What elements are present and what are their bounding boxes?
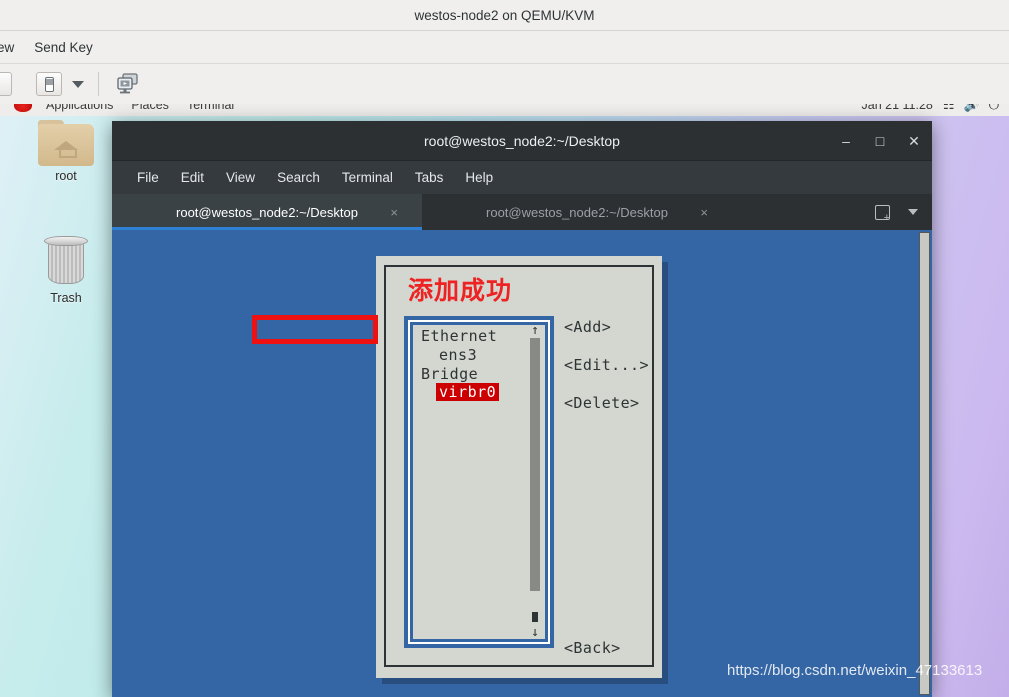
terminal-window-controls: – □ ✕ [838, 121, 922, 161]
panel-item-terminal[interactable]: Terminal [178, 104, 243, 112]
vm-toolbar-clipped-button[interactable] [0, 72, 12, 96]
panel-clock[interactable]: Jan 21 11:28 [852, 104, 943, 112]
home-folder-icon [38, 120, 94, 166]
vm-window-titlebar: westos-node2 on QEMU/KVM [0, 0, 1009, 31]
terminal-menu-terminal[interactable]: Terminal [331, 170, 404, 185]
nmtui-dialog: 添加成功 Ethernet ens3 Bridge virbr0 ↑ ↓ <Ad… [376, 256, 662, 678]
nmtui-dialog-frame: 添加成功 Ethernet ens3 Bridge virbr0 ↑ ↓ <Ad… [384, 265, 654, 667]
maximize-button[interactable]: □ [872, 133, 888, 149]
panel-item-applications[interactable]: Applications [37, 104, 122, 112]
vm-menubar: iew Send Key [0, 31, 1009, 64]
gnome-top-panel: Applications Places Terminal Jan 21 11:2… [0, 104, 1009, 116]
back-button[interactable]: <Back> [564, 639, 621, 657]
redhat-logo-icon [14, 104, 32, 112]
chevron-down-icon[interactable] [72, 80, 84, 88]
terminal-window: root@westos_node2:~/Desktop – □ ✕ File E… [112, 121, 932, 697]
display-console-icon [117, 73, 138, 94]
desktop-icon-trash[interactable]: Trash [24, 236, 108, 305]
annotation-heading-text: 添加成功 [408, 276, 513, 305]
panel-status-tray[interactable]: ☷ 🔊 ⏻ [943, 104, 1009, 113]
vm-window-title: westos-node2 on QEMU/KVM [414, 7, 595, 23]
edit-button[interactable]: <Edit...> [564, 356, 649, 374]
power-switch-icon [44, 76, 54, 92]
vm-power-button[interactable] [36, 72, 62, 96]
watermark: https://blog.csdn.net/weixin_47133613 [727, 662, 983, 679]
terminal-tab-tools [732, 194, 932, 230]
minimize-button[interactable]: – [838, 133, 854, 149]
annotation-rectangle-ens3 [252, 315, 378, 344]
trash-icon [41, 236, 91, 288]
terminal-tab-2[interactable]: root@westos_node2:~/Desktop × [422, 194, 732, 230]
guest-desktop: Applications Places Terminal Jan 21 11:2… [0, 104, 1009, 697]
terminal-tab-2-label: root@westos_node2:~/Desktop [486, 204, 668, 220]
terminal-menu-search[interactable]: Search [266, 170, 331, 185]
terminal-tab-1-close-icon[interactable]: × [390, 205, 398, 220]
toolbar-separator [98, 72, 99, 96]
terminal-menu-view[interactable]: View [215, 170, 266, 185]
desktop-icon-root-label: root [55, 169, 77, 183]
list-item-bridge-group[interactable]: Bridge [421, 365, 478, 383]
terminal-menu-file[interactable]: File [126, 170, 170, 185]
scrollbar-thumb[interactable] [530, 338, 540, 591]
connection-listbox[interactable]: Ethernet ens3 Bridge virbr0 ↑ ↓ [404, 316, 554, 648]
terminal-menu-help[interactable]: Help [454, 170, 504, 185]
desktop-icon-trash-label: Trash [50, 291, 82, 305]
terminal-menu-tabs[interactable]: Tabs [404, 170, 455, 185]
list-item-ens3[interactable]: ens3 [439, 346, 477, 364]
scroll-down-arrow-icon[interactable]: ↓ [529, 626, 541, 639]
list-scrollbar[interactable]: ↑ ↓ [529, 324, 541, 639]
terminal-tab-2-close-icon[interactable]: × [700, 205, 708, 220]
network-icon: ☷ [942, 104, 955, 112]
add-button[interactable]: <Add> [564, 318, 611, 336]
vm-menu-view[interactable]: iew [0, 31, 24, 64]
close-button[interactable]: ✕ [906, 133, 922, 150]
vm-toolbar [0, 64, 1009, 104]
terminal-menu-edit[interactable]: Edit [170, 170, 215, 185]
terminal-menubar: File Edit View Search Terminal Tabs Help [112, 161, 932, 194]
vm-menu-send-key[interactable]: Send Key [24, 31, 103, 64]
list-item-virbr0[interactable]: virbr0 [436, 383, 500, 401]
scroll-up-arrow-icon[interactable]: ↑ [529, 324, 541, 337]
list-item-ethernet-group[interactable]: Ethernet [421, 327, 497, 345]
vm-console-button[interactable] [115, 72, 141, 96]
connection-list-field[interactable]: Ethernet ens3 Bridge virbr0 ↑ ↓ [413, 324, 545, 639]
new-tab-icon[interactable] [875, 204, 890, 224]
terminal-title: root@westos_node2:~/Desktop [424, 132, 620, 149]
chevron-down-icon[interactable] [908, 209, 918, 215]
terminal-scrollbar[interactable] [919, 232, 930, 695]
terminal-titlebar: root@westos_node2:~/Desktop – □ ✕ [112, 121, 932, 161]
volume-icon: 🔊 [963, 104, 980, 112]
terminal-tabbar: root@westos_node2:~/Desktop × root@westo… [112, 194, 932, 230]
panel-item-places[interactable]: Places [122, 104, 178, 112]
scrollbar-position-mark [532, 612, 538, 622]
terminal-tab-1[interactable]: root@westos_node2:~/Desktop × [112, 194, 422, 230]
desktop-icon-root[interactable]: root [24, 120, 108, 183]
terminal-body[interactable]: 添加成功 Ethernet ens3 Bridge virbr0 ↑ ↓ <Ad… [112, 230, 932, 697]
screen: westos-node2 on QEMU/KVM iew Send Key [0, 0, 1009, 697]
terminal-tab-1-label: root@westos_node2:~/Desktop [176, 204, 358, 220]
power-icon: ⏻ [988, 104, 999, 112]
delete-button[interactable]: <Delete> [564, 394, 639, 412]
